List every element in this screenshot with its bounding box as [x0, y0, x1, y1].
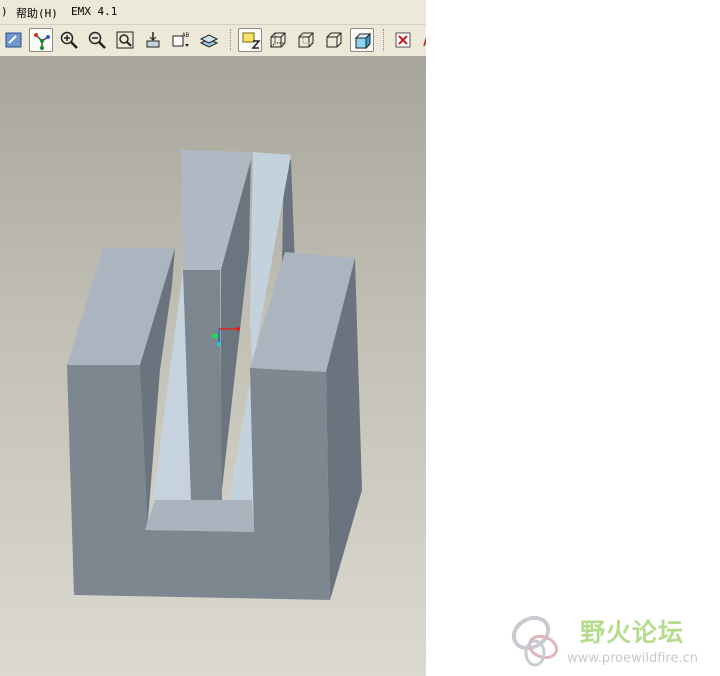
shading-icon — [354, 32, 372, 50]
menu-item-help[interactable]: 帮助(H) — [16, 5, 58, 21]
toolbar-separator — [383, 29, 384, 51]
next-toolbar-button-partial[interactable] — [418, 28, 426, 52]
no-hidden-button[interactable] — [322, 28, 346, 52]
layers-button[interactable] — [197, 28, 221, 52]
menu-bar: ) 帮助(H) EMX 4.1 — [0, 0, 426, 25]
close-window-button[interactable] — [391, 28, 415, 52]
layers-icon — [199, 34, 219, 48]
watermark-text: 野火论坛 — [580, 618, 685, 647]
zoom-in-icon — [60, 31, 78, 49]
slot-floor — [145, 500, 254, 532]
saved-views-button[interactable]: AB — [169, 28, 193, 52]
proe-window: ) 帮助(H) EMX 4.1 AB — [0, 0, 426, 676]
svg-text:AB: AB — [182, 32, 190, 39]
no-hidden-icon — [326, 32, 342, 48]
wireframe-button[interactable] — [266, 28, 290, 52]
refit-icon — [116, 31, 134, 49]
forum-watermark: 野火论坛 www.proewildfire.cn — [505, 605, 720, 676]
spin-center-icon — [34, 33, 50, 50]
hidden-line-button[interactable] — [294, 28, 318, 52]
zoom-in-button[interactable] — [57, 28, 81, 52]
part-model[interactable] — [0, 57, 426, 676]
reorient-icon — [146, 32, 160, 48]
datum-display-button[interactable] — [238, 28, 262, 52]
watermark-url: www.proewildfire.cn — [567, 651, 698, 666]
hidden-line-icon — [298, 32, 314, 48]
redraw-icon — [5, 32, 22, 48]
reorient-button[interactable] — [141, 28, 165, 52]
triangle-icon — [423, 36, 426, 47]
menu-item-emx[interactable]: EMX 4.1 — [71, 5, 117, 18]
graphics-viewport[interactable] — [0, 57, 426, 676]
zoom-out-icon — [88, 31, 106, 49]
spin-center-button[interactable] — [29, 28, 53, 52]
datum-display-icon — [242, 32, 261, 49]
refit-button[interactable] — [113, 28, 137, 52]
view-toolbar: AB — [0, 25, 426, 57]
zoom-out-button[interactable] — [85, 28, 109, 52]
wireframe-icon — [270, 32, 286, 48]
redraw-button[interactable] — [2, 28, 26, 52]
menu-item-partial[interactable]: ) — [1, 5, 8, 18]
shading-button[interactable] — [350, 28, 374, 52]
toolbar-separator — [230, 29, 231, 51]
saved-views-icon: AB — [172, 32, 190, 47]
close-window-icon — [395, 32, 411, 48]
butterfly-logo — [511, 615, 559, 667]
